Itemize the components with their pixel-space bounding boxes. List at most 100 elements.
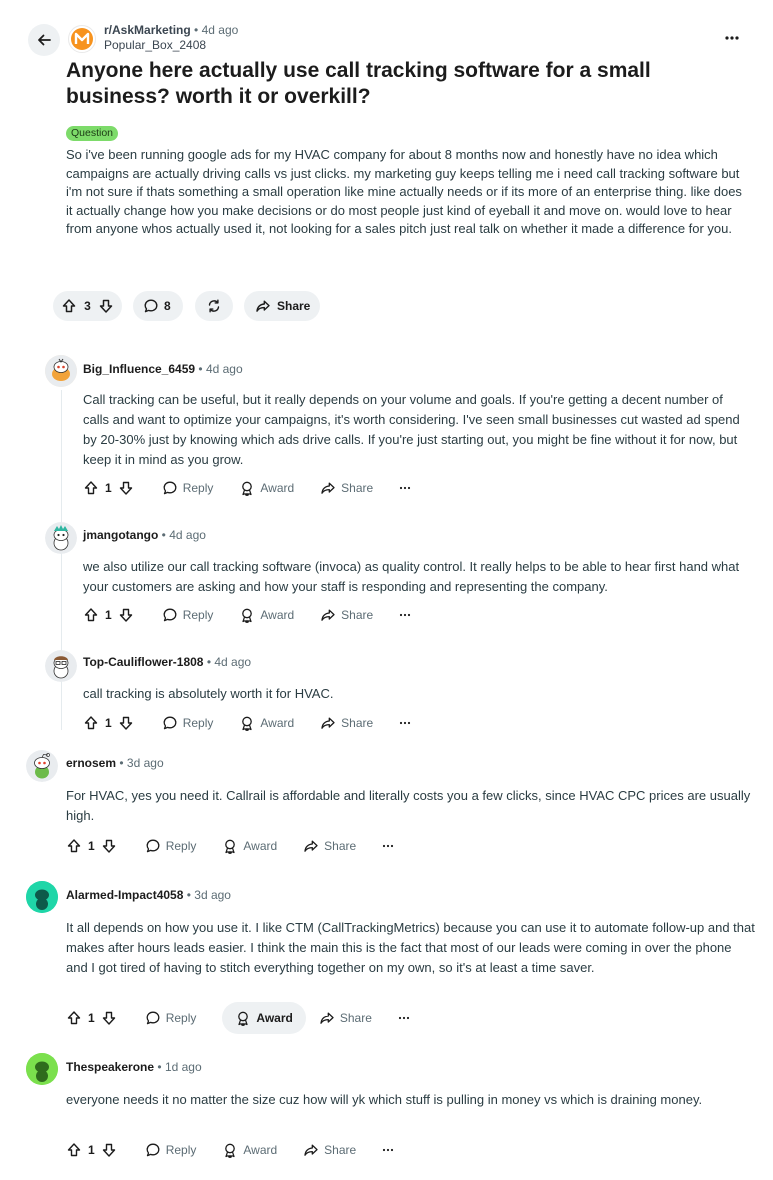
post-author[interactable]: Popular_Box_2408 [104,38,206,53]
comment-actions: 1 Reply Award Share [83,600,411,630]
comment-actions: 1 Reply Award Share [83,708,411,738]
more-options-button[interactable] [399,721,411,725]
share-button[interactable]: Share [319,1010,372,1026]
avatar[interactable] [45,522,77,554]
more-options-button[interactable] [716,24,748,52]
post-body: So i've been running google ads for my H… [66,147,742,237]
award-button[interactable]: Award [239,607,294,623]
comment-meta: Thespeakerone • 1d ago [66,1060,202,1075]
reply-button[interactable]: Reply [162,607,213,623]
reply-button[interactable]: Reply [145,838,197,854]
more-options-button[interactable] [382,1148,394,1152]
upvote-icon[interactable] [66,1010,82,1026]
arrow-left-icon [36,32,52,48]
separator-dot: • [157,1060,162,1074]
avatar[interactable] [26,881,58,913]
more-dots-icon [399,613,411,617]
more-options-button[interactable] [398,1016,410,1020]
more-options-button[interactable] [399,486,411,490]
share-button[interactable]: Share [320,607,373,623]
comment-author[interactable]: Big_Influence_6459 [83,362,195,376]
comment-author[interactable]: Alarmed-Impact4058 [66,888,183,902]
avatar[interactable] [45,355,77,387]
award-label: Award [260,716,295,730]
comment-vote-count: 1 [88,839,95,853]
award-icon [239,480,255,496]
downvote-icon[interactable] [101,1010,117,1026]
comment-actions: 1 Reply Award Share [66,1002,410,1034]
share-button[interactable]: Share [320,715,373,731]
downvote-icon[interactable] [118,480,134,496]
upvote-icon[interactable] [61,298,77,314]
award-button[interactable]: Award [222,1002,306,1034]
downvote-icon[interactable] [118,607,134,623]
avatar[interactable] [26,750,58,782]
separator-dot: • [186,888,191,902]
post-flair[interactable]: Question [66,126,119,141]
snoo-avatar-icon [45,355,77,387]
comment-vote-count: 1 [105,481,112,495]
share-button[interactable]: Share [303,1142,356,1158]
post-title[interactable]: Anyone here actually use call tracking s… [66,58,706,110]
comment-author[interactable]: ernosem [66,756,116,770]
award-button[interactable]: Award [239,715,294,731]
share-label: Share [324,1143,357,1157]
award-button[interactable]: Award [222,1142,277,1158]
subreddit-name[interactable]: r/AskMarketing [104,23,191,37]
comment-vote-count: 1 [88,1011,95,1025]
share-arrow-icon [319,1010,335,1026]
more-dots-icon [382,1148,394,1152]
upvote-icon[interactable] [83,715,99,731]
more-options-button[interactable] [382,844,394,848]
upvote-icon[interactable] [83,607,99,623]
share-arrow-icon [255,298,271,314]
reply-button[interactable]: Reply [162,480,213,496]
crosspost-button[interactable] [195,291,233,321]
snoo-avatar-icon [26,750,58,782]
upvote-icon[interactable] [83,480,99,496]
back-button[interactable] [28,24,60,56]
avatar[interactable] [26,1053,58,1085]
reply-button[interactable]: Reply [145,1142,196,1158]
comment-author[interactable]: Top-Cauliflower-1808 [83,655,203,669]
share-button[interactable]: Share [244,291,320,321]
avatar[interactable] [45,650,77,682]
award-button[interactable]: Award [222,838,277,854]
share-label: Share [277,299,311,313]
comments-button[interactable]: 8 [133,291,183,321]
share-button[interactable]: Share [320,480,373,496]
upvote-icon[interactable] [66,838,82,854]
share-label: Share [341,481,374,495]
award-label: Award [260,608,295,622]
award-icon [222,838,238,854]
downvote-icon[interactable] [101,1142,117,1158]
comment-bubble-icon [162,715,178,731]
comment-text: everyone needs it no matter the size cuz… [66,1092,703,1107]
comment-age: 4d ago [214,655,252,669]
downvote-icon[interactable] [118,715,134,731]
comment-author[interactable]: Thespeakerone [66,1060,154,1074]
award-icon [222,1142,238,1158]
share-arrow-icon [303,1142,319,1158]
comment-author[interactable]: jmangotango [83,528,158,542]
more-options-button[interactable] [399,613,411,617]
share-button[interactable]: Share [303,838,356,854]
share-arrow-icon [320,480,336,496]
downvote-icon[interactable] [98,298,114,314]
more-dots-icon [399,721,411,725]
reply-button[interactable]: Reply [145,1010,196,1026]
award-label: Award [243,839,278,853]
snoo-avatar-icon [26,1053,58,1085]
subreddit-avatar[interactable] [68,25,96,53]
more-dots-icon [382,844,394,848]
comment-vote-count: 1 [88,1143,95,1157]
reply-label: Reply [182,716,214,730]
downvote-icon[interactable] [101,838,117,854]
comment-age: 3d ago [126,756,164,770]
reply-button[interactable]: Reply [162,715,214,731]
award-button[interactable]: Award [239,480,294,496]
award-label: Award [260,481,295,495]
upvote-icon[interactable] [66,1142,82,1158]
more-dots-icon [399,486,411,490]
reply-label: Reply [165,839,197,853]
